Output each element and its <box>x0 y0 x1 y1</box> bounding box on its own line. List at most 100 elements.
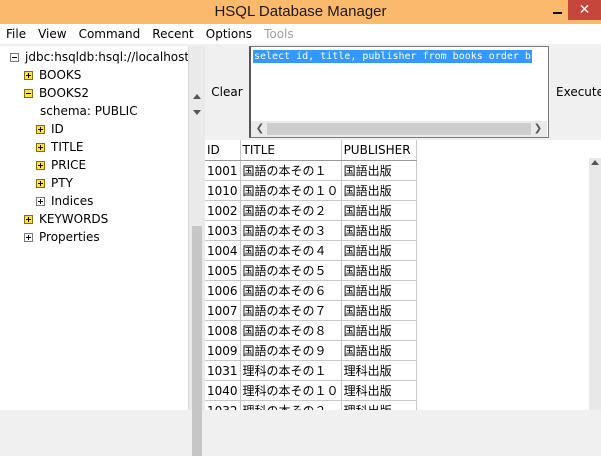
table-cell[interactable]: 理科出版 <box>341 360 417 381</box>
table-cell[interactable]: 国語出版 <box>341 340 417 361</box>
tree-node-keywords[interactable]: KEYWORDS <box>24 210 108 228</box>
expand-icon[interactable] <box>36 142 45 152</box>
table-cell[interactable]: 国語の本その６ <box>240 280 342 301</box>
tree-node-indices[interactable]: Indices <box>36 192 93 210</box>
menu-recent[interactable]: Recent <box>146 24 199 44</box>
table-cell[interactable]: 国語出版 <box>341 280 417 301</box>
table-cell[interactable]: 国語の本その９ <box>240 340 342 361</box>
table-row[interactable]: 1007 国語の本その７ 国語出版 <box>205 300 417 321</box>
table-cell[interactable]: 国語の本その５ <box>240 260 342 281</box>
expand-icon[interactable] <box>24 232 33 242</box>
table-row[interactable]: 1040 理科の本その１０ 理科出版 <box>205 380 417 401</box>
expand-icon[interactable] <box>24 214 33 224</box>
column-header-publisher[interactable]: PUBLISHER <box>341 140 417 161</box>
table-cell[interactable]: 国語出版 <box>341 240 417 261</box>
table-row[interactable]: 1003 国語の本その３ 国語出版 <box>205 220 417 241</box>
table-cell[interactable]: 国語の本その８ <box>240 320 342 341</box>
execute-button[interactable]: Execute <box>552 46 601 138</box>
menu-options[interactable]: Options <box>200 24 258 44</box>
column-header-title[interactable]: TITLE <box>240 140 342 161</box>
table-cell[interactable]: 理科の本その１ <box>240 360 342 381</box>
table-cell[interactable]: 理科の本その１０ <box>240 380 342 401</box>
table-cell[interactable]: 国語の本その１０ <box>240 180 342 201</box>
table-row[interactable]: 1009 国語の本その９ 国語出版 <box>205 340 417 361</box>
table-cell[interactable]: 1001 <box>205 160 241 181</box>
table-cell[interactable]: 国語出版 <box>341 300 417 321</box>
scroll-right-icon[interactable]: ❯ <box>531 121 545 137</box>
table-cell[interactable]: 1009 <box>205 340 241 361</box>
table-cell[interactable]: 国語出版 <box>341 200 417 221</box>
tree-node-title[interactable]: TITLE <box>36 138 83 156</box>
collapse-icon[interactable] <box>24 88 33 98</box>
splitter[interactable] <box>188 46 205 456</box>
table-cell[interactable]: 1005 <box>205 260 241 281</box>
table-cell[interactable]: 1003 <box>205 220 241 241</box>
table-row[interactable]: 1001 国語の本その１ 国語出版 <box>205 160 417 181</box>
tree-node-properties[interactable]: Properties <box>24 228 100 246</box>
table-row[interactable]: 1002 国語の本その２ 国語出版 <box>205 200 417 221</box>
table-row[interactable]: 1032理科の本その２理科出版 <box>205 400 417 410</box>
table-cell[interactable]: 国語出版 <box>341 180 417 201</box>
column-header-id[interactable]: ID <box>205 140 241 161</box>
table-cell[interactable]: 1008 <box>205 320 241 341</box>
table-cell[interactable]: 1002 <box>205 200 241 221</box>
tree-scrollbar-thumb[interactable] <box>192 226 202 456</box>
tree-node-label: ID <box>51 122 64 136</box>
sql-editor[interactable]: select id, title, publisher from books o… <box>249 46 549 138</box>
editor-scroll-thumb[interactable] <box>267 123 531 135</box>
clear-button[interactable]: Clear <box>205 46 249 138</box>
collapse-up-icon[interactable] <box>193 94 201 99</box>
expand-icon[interactable] <box>36 160 45 170</box>
table-cell[interactable]: 理科出版 <box>341 400 417 410</box>
sql-text[interactable]: select id, title, publisher from books o… <box>253 50 532 63</box>
table-cell[interactable]: 理科出版 <box>341 380 417 401</box>
tree-node-schema-public[interactable]: schema: PUBLIC <box>40 102 138 120</box>
expand-icon[interactable] <box>36 178 45 188</box>
table-cell[interactable]: 1004 <box>205 240 241 261</box>
table-row[interactable]: 1005 国語の本その５ 国語出版 <box>205 260 417 281</box>
table-cell[interactable]: 国語の本その４ <box>240 240 342 261</box>
table-cell[interactable]: 国語の本その７ <box>240 300 342 321</box>
expand-icon[interactable] <box>24 70 33 80</box>
expand-icon[interactable] <box>36 124 45 134</box>
collapse-icon[interactable] <box>10 52 19 62</box>
table-cell[interactable]: 国語出版 <box>341 160 417 181</box>
results-vertical-scrollbar[interactable] <box>589 158 601 410</box>
minimize-button[interactable] <box>546 0 568 20</box>
tree-node-price[interactable]: PRICE <box>36 156 86 174</box>
table-cell[interactable]: 国語出版 <box>341 260 417 281</box>
table-cell[interactable]: 理科の本その２ <box>240 400 342 410</box>
table-cell[interactable]: 1040 <box>205 380 241 401</box>
table-cell[interactable]: 国語の本その３ <box>240 220 342 241</box>
table-cell[interactable]: 1031 <box>205 360 241 381</box>
table-cell[interactable]: 1010 <box>205 180 241 201</box>
database-tree: jdbc:hsqldb:hsql://localhost/BOOKS BOOKS2… <box>0 46 188 410</box>
table-cell[interactable]: 国語出版 <box>341 220 417 241</box>
table-cell[interactable]: 国語の本その２ <box>240 200 342 221</box>
menu-view[interactable]: View <box>32 24 72 44</box>
table-cell[interactable]: 国語の本その１ <box>240 160 342 181</box>
table-cell[interactable]: 1032 <box>205 400 241 410</box>
tree-node-label: BOOKS2 <box>39 86 90 100</box>
tree-node-jdbc-hsqldb-hsql-localhost[interactable]: jdbc:hsqldb:hsql://localhost/ <box>10 48 188 66</box>
table-row[interactable]: 1008 国語の本その８ 国語出版 <box>205 320 417 341</box>
menu-command[interactable]: Command <box>73 24 147 44</box>
table-row[interactable]: 1004 国語の本その４ 国語出版 <box>205 240 417 261</box>
table-cell[interactable]: 国語出版 <box>341 320 417 341</box>
table-cell[interactable]: 1007 <box>205 300 241 321</box>
expand-icon[interactable] <box>36 196 45 206</box>
menu-file[interactable]: File <box>0 24 32 44</box>
scroll-up-icon[interactable] <box>591 160 599 165</box>
tree-node-pty[interactable]: PTY <box>36 174 73 192</box>
table-cell[interactable]: 1006 <box>205 280 241 301</box>
close-button[interactable]: ✕ <box>568 0 601 20</box>
tree-node-id[interactable]: ID <box>36 120 64 138</box>
editor-horizontal-scrollbar[interactable]: ❮ ❯ <box>251 121 547 137</box>
table-row[interactable]: 1006 国語の本その６ 国語出版 <box>205 280 417 301</box>
table-row[interactable]: 1010 国語の本その１０ 国語出版 <box>205 180 417 201</box>
tree-node-books[interactable]: BOOKS <box>24 66 81 84</box>
collapse-down-icon[interactable] <box>193 110 201 115</box>
tree-node-books2[interactable]: BOOKS2 <box>24 84 89 102</box>
table-row[interactable]: 1031 理科の本その１ 理科出版 <box>205 360 417 381</box>
scroll-left-icon[interactable]: ❮ <box>253 121 267 137</box>
